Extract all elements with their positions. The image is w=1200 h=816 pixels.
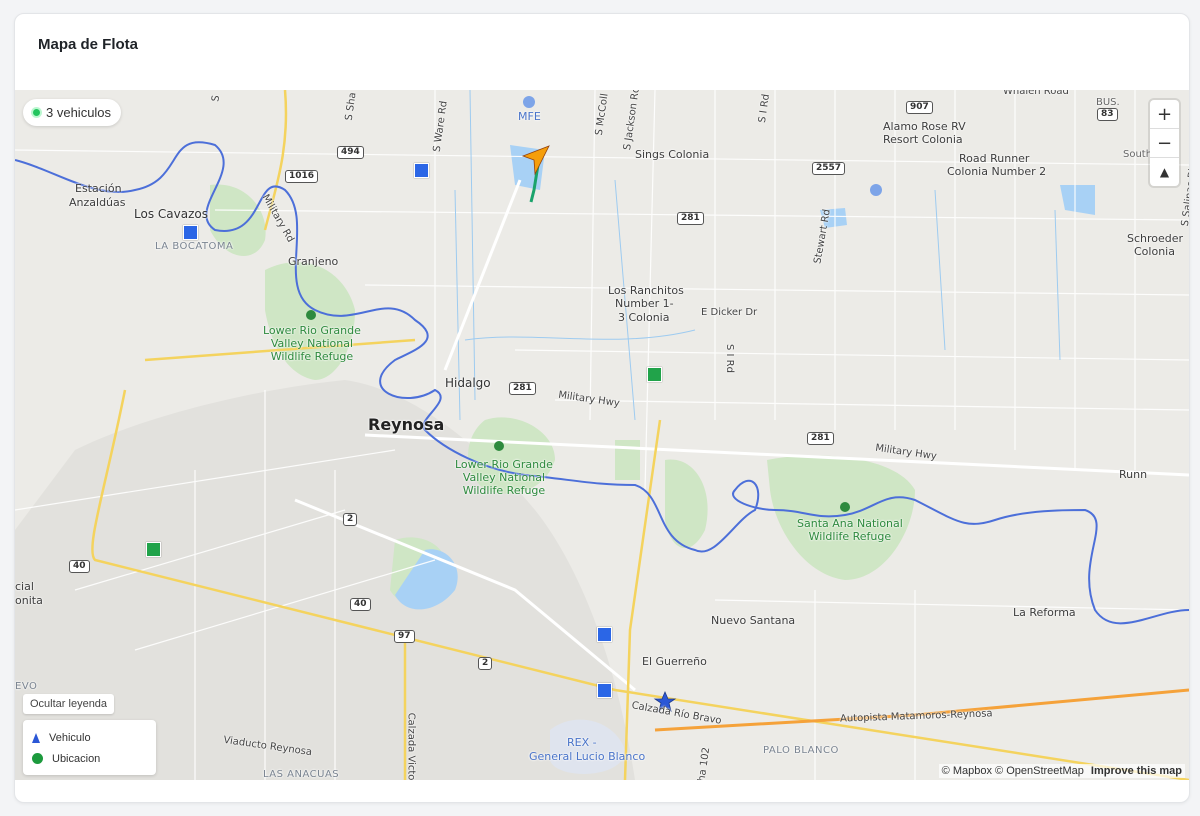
map-canvas[interactable]: Reynosa Hidalgo Granjeno Los Cavazos Est… [15, 90, 1189, 780]
highway-shield: 40 [69, 560, 90, 573]
place-label: El Guerreño [642, 655, 707, 668]
park-label: Lower Rio Grande Valley National Wildlife … [455, 458, 553, 497]
highway-shield-label: BUS. [1096, 97, 1120, 108]
compass-button[interactable]: ▲ [1150, 158, 1179, 186]
highway-shield: 1016 [285, 170, 319, 183]
map-legend: Vehiculo Ubicacion [23, 720, 156, 775]
place-label: Anzaldúas [69, 196, 126, 209]
highway-shield: 281 [509, 382, 536, 395]
zoom-in-button[interactable]: + [1150, 100, 1179, 129]
place-label: Alamo Rose RV [883, 120, 966, 133]
place-label: LAS ANACUAS [263, 769, 340, 780]
blue-triangle-icon [32, 732, 40, 743]
place-label: Number 1- [615, 297, 674, 310]
legend-item-vehicle: Vehiculo [23, 727, 156, 748]
place-label: 3 Colonia [618, 311, 670, 324]
place-label: Road Runner [959, 152, 1030, 165]
highway-shield: 97 [394, 630, 415, 643]
highway-shield: 281 [677, 212, 704, 225]
improve-map-link[interactable]: Improve this map [1091, 765, 1182, 777]
place-label: Resort Colonia [883, 133, 963, 146]
place-label: EVO [15, 681, 38, 692]
place-label: Reynosa [368, 415, 445, 434]
location-marker-blue[interactable] [597, 683, 612, 698]
airport-label: REX - [567, 736, 597, 749]
status-dot-icon [33, 109, 40, 116]
vehicle-count-label: 3 vehiculos [46, 105, 112, 120]
vehicle-count-badge: 3 vehiculos [23, 99, 122, 126]
highway-shield: 281 [807, 432, 834, 445]
place-label: onita [15, 594, 43, 607]
card-title: Mapa de Flota [38, 36, 139, 53]
place-label: Colonia [1134, 245, 1175, 258]
legend-label: Ubicacion [52, 752, 101, 765]
airport-label: General Lucio Blanco [529, 750, 646, 763]
zoom-out-button[interactable]: − [1150, 129, 1179, 158]
place-label: Granjeno [288, 255, 339, 268]
legend-label: Vehiculo [49, 731, 91, 744]
place-label: PALO BLANCO [763, 745, 839, 756]
green-circle-icon [32, 753, 43, 764]
location-marker-blue[interactable] [414, 163, 429, 178]
road-label: Whalen Road [1003, 90, 1069, 97]
place-label: South [1123, 149, 1153, 160]
place-label: Colonia Number 2 [947, 165, 1047, 178]
place-label: Nuevo Santana [711, 614, 796, 627]
highway-shield: 2557 [812, 162, 846, 175]
place-label: Schroeder [1127, 232, 1184, 245]
park-label: Santa Ana National Wildlife Refuge [797, 517, 903, 543]
highway-shield: 2 [478, 657, 493, 670]
highway-shield: 2 [343, 513, 358, 526]
highway-shield: 83 [1097, 108, 1118, 121]
place-label: Runn [1119, 468, 1148, 481]
place-label: cial [15, 580, 34, 593]
road-label: E Dicker Dr [701, 307, 758, 318]
park-label: Lower Rio Grande Valley National Wildlife … [263, 324, 361, 363]
mapbox-link[interactable]: © Mapbox [942, 765, 992, 777]
place-label: Estación [75, 182, 122, 195]
zoom-controls: + − ▲ [1150, 100, 1179, 186]
location-marker-blue[interactable] [183, 225, 198, 240]
highway-shield: 907 [906, 101, 933, 114]
location-marker-green[interactable] [647, 367, 662, 382]
road-label: S I Rd [723, 344, 735, 373]
place-label: Los Cavazos [134, 207, 208, 221]
highway-shield: 40 [350, 598, 371, 611]
road-label: Calzada Victo [405, 712, 417, 780]
place-label: La Reforma [1013, 606, 1076, 619]
airport-label: MFE [518, 110, 541, 123]
map-attribution: © Mapbox © OpenStreetMap Improve this ma… [938, 764, 1185, 778]
highway-shield: 494 [337, 146, 364, 159]
osm-link[interactable]: © OpenStreetMap [995, 765, 1084, 777]
place-label: Los Ranchitos [608, 284, 684, 297]
place-label: Hidalgo [445, 376, 491, 390]
legend-item-location: Ubicacion [23, 748, 156, 769]
location-marker-green[interactable] [146, 542, 161, 557]
location-marker-blue[interactable] [597, 627, 612, 642]
map-base-layer [15, 90, 1189, 780]
fleet-map-card: Mapa de Flota Reynosa Hidalgo Granjeno L… [14, 13, 1190, 803]
place-label: LA BOCATOMA [155, 241, 234, 252]
hide-legend-button[interactable]: Ocultar leyenda [23, 694, 115, 714]
place-label: Sings Colonia [635, 148, 710, 161]
